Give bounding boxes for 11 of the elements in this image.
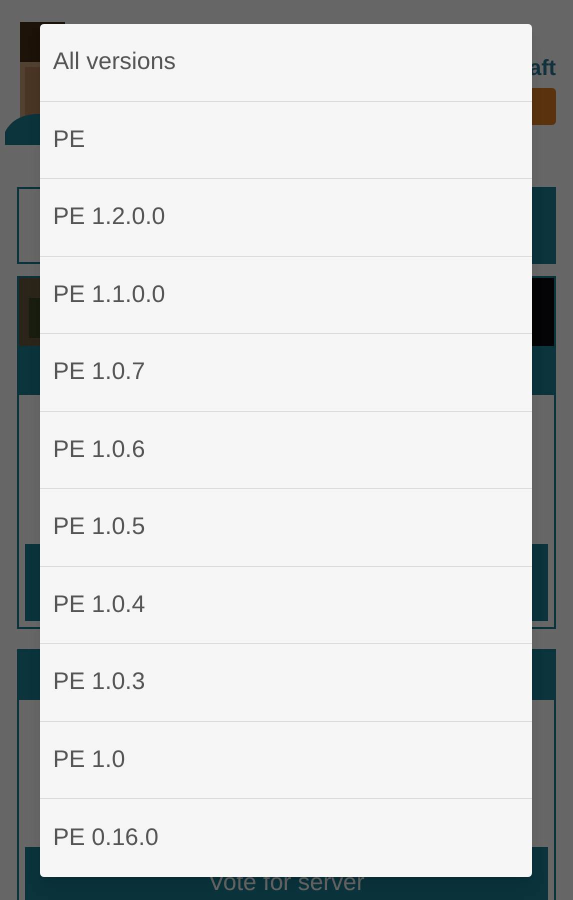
version-option[interactable]: PE 0.16.0 — [53, 820, 158, 856]
version-option[interactable]: PE 1.2.0.0 — [53, 199, 166, 236]
version-option[interactable]: PE 1.0.6 — [53, 432, 146, 468]
version-option[interactable]: PE 1.0.4 — [53, 586, 146, 623]
version-option[interactable]: PE 1.0 — [53, 742, 126, 778]
version-option[interactable]: PE — [53, 122, 86, 158]
version-option[interactable]: PE 1.0.7 — [53, 354, 146, 390]
version-option[interactable]: PE 1.0.5 — [53, 509, 146, 546]
version-option[interactable]: PE 1.1.0.0 — [53, 276, 166, 313]
version-option[interactable]: PE 1.0.3 — [53, 664, 146, 700]
version-option[interactable]: All versions — [53, 44, 176, 80]
